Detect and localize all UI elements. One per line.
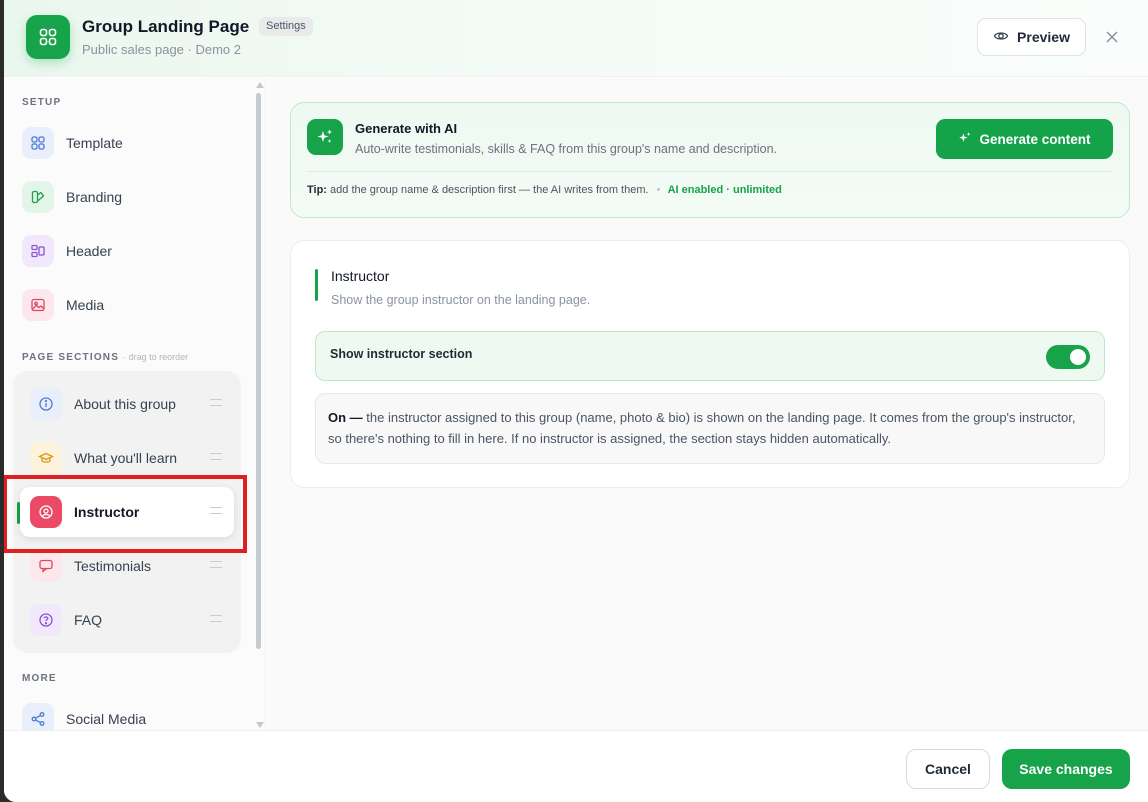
drag-hint: · drag to reorder xyxy=(123,352,189,362)
ai-description: Auto-write testimonials, skills & FAQ fr… xyxy=(355,142,777,156)
grid-icon xyxy=(26,15,70,59)
sidebar-item-social-media[interactable]: Social Media xyxy=(22,697,242,730)
palette-icon xyxy=(22,181,54,213)
instructor-title: Instructor xyxy=(331,268,390,284)
generate-content-button[interactable]: Generate content xyxy=(936,119,1113,159)
sidebar-item-label: What you'll learn xyxy=(74,450,178,466)
page-sections-title: PAGE SECTIONS xyxy=(22,352,120,363)
sidebar-item-label: Header xyxy=(66,243,112,259)
layout-icon xyxy=(22,235,54,267)
share-icon xyxy=(22,703,54,730)
grid-icon xyxy=(22,127,54,159)
show-instructor-toggle[interactable] xyxy=(1046,345,1090,369)
drag-handle-icon[interactable] xyxy=(210,507,222,514)
sidebar-item-label: FAQ xyxy=(74,612,103,628)
scroll-up-arrow[interactable] xyxy=(256,82,264,88)
preview-label: Preview xyxy=(1017,29,1070,45)
sparkle-icon xyxy=(958,131,972,148)
separator-dot xyxy=(656,188,660,191)
page-title: Group Landing Page xyxy=(82,17,250,36)
section-accent-bar xyxy=(315,269,318,301)
user-circle-icon xyxy=(30,496,62,528)
eye-icon xyxy=(993,28,1009,47)
sidebar: SETUP Template Branding Header Media PAG… xyxy=(4,78,266,730)
info-text: the instructor assigned to this group (n… xyxy=(328,410,1076,446)
question-icon xyxy=(30,604,62,636)
preview-button[interactable]: Preview xyxy=(977,18,1086,56)
sidebar-item-label: Social Media xyxy=(66,711,147,727)
sidebar-item-label: Media xyxy=(66,297,105,313)
info-status: On — xyxy=(328,410,363,425)
tip-text: add the group name & description first —… xyxy=(330,184,649,196)
cancel-button[interactable]: Cancel xyxy=(906,749,990,789)
sidebar-item-label: Instructor xyxy=(74,504,140,520)
toggle-label: Show instructor section xyxy=(330,347,473,361)
more-section-label: MORE xyxy=(22,673,57,684)
setup-section-label: SETUP xyxy=(22,97,62,108)
ai-generate-card: Generate with AI Auto-write testimonials… xyxy=(290,102,1130,218)
image-icon xyxy=(22,289,54,321)
graduation-cap-icon xyxy=(30,442,62,474)
page-subtitle: Public sales page · Demo 2 xyxy=(82,42,241,57)
sidebar-item-what-youll-learn[interactable]: What you'll learn xyxy=(20,433,234,483)
sidebar-item-about[interactable]: About this group xyxy=(20,379,234,429)
sidebar-item-label: Testimonials xyxy=(74,558,152,574)
instructor-card: Instructor Show the group instructor on … xyxy=(290,240,1130,488)
ai-tip: Tip: add the group name & description fi… xyxy=(307,184,782,196)
sidebar-item-branding[interactable]: Branding xyxy=(22,175,242,219)
sidebar-item-label: About this group xyxy=(74,396,176,412)
sidebar-item-media[interactable]: Media xyxy=(22,283,242,327)
close-button[interactable] xyxy=(1102,27,1122,47)
drag-handle-icon[interactable] xyxy=(210,399,222,406)
drag-handle-icon[interactable] xyxy=(210,453,222,460)
sidebar-item-instructor[interactable]: Instructor xyxy=(20,487,234,537)
instructor-description: Show the group instructor on the landing… xyxy=(331,293,591,307)
sidebar-item-label: Branding xyxy=(66,189,123,205)
generate-content-label: Generate content xyxy=(979,131,1091,147)
divider xyxy=(307,171,1113,172)
landing-page-settings-modal: Group Landing Page Settings Public sales… xyxy=(4,0,1148,802)
settings-badge: Settings xyxy=(259,17,313,36)
main-panel: Generate with AI Auto-write testimonials… xyxy=(267,78,1148,730)
tip-prefix: Tip: xyxy=(307,184,327,196)
show-instructor-row: Show instructor section xyxy=(315,331,1105,381)
chat-icon xyxy=(30,550,62,582)
toggle-knob xyxy=(1070,349,1086,365)
sidebar-item-header[interactable]: Header xyxy=(22,229,242,273)
info-icon xyxy=(30,388,62,420)
ai-title: Generate with AI xyxy=(355,121,458,136)
close-icon xyxy=(1106,31,1118,43)
modal-header: Group Landing Page Settings Public sales… xyxy=(4,0,1148,77)
drag-handle-icon[interactable] xyxy=(210,561,222,568)
save-changes-button[interactable]: Save changes xyxy=(1002,749,1130,789)
modal-footer: Cancel Save changes xyxy=(4,730,1148,802)
sparkle-icon xyxy=(307,119,343,155)
scroll-down-arrow[interactable] xyxy=(256,722,264,728)
instructor-info: On — the instructor assigned to this gro… xyxy=(315,393,1105,464)
sidebar-item-template[interactable]: Template xyxy=(22,121,242,165)
page-sections-label: PAGE SECTIONS · drag to reorder xyxy=(22,352,188,363)
sidebar-item-testimonials[interactable]: Testimonials xyxy=(20,541,234,591)
drag-handle-icon[interactable] xyxy=(210,615,222,622)
sidebar-scrollbar[interactable] xyxy=(256,93,261,649)
sidebar-item-faq[interactable]: FAQ xyxy=(20,595,234,645)
ai-status: AI enabled · unlimited xyxy=(667,184,782,196)
sidebar-item-label: Template xyxy=(66,135,123,151)
